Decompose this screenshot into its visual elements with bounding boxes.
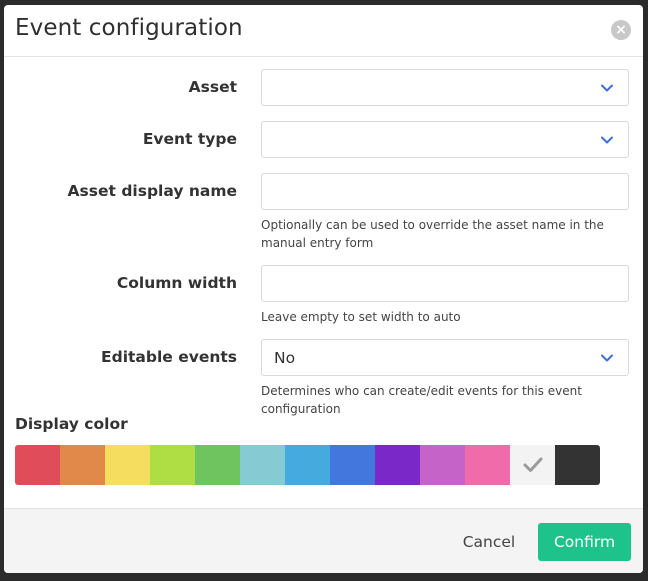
dialog-title: Event configuration <box>15 15 243 41</box>
event-type-label: Event type <box>142 130 237 148</box>
color-swatch[interactable] <box>285 445 330 485</box>
column-width-label: Column width <box>116 274 237 292</box>
checkmark-icon <box>523 457 543 472</box>
dialog-header: Event configuration × <box>4 5 643 57</box>
color-swatch[interactable] <box>150 445 195 485</box>
asset-display-name-label: Asset display name <box>67 182 237 200</box>
display-color-label: Display color <box>15 415 128 433</box>
confirm-button[interactable]: Confirm <box>538 523 631 561</box>
editable-events-select-value: No <box>274 349 296 367</box>
chevron-down-icon <box>601 84 613 92</box>
dialog-footer: Cancel Confirm <box>4 508 643 573</box>
color-swatch[interactable] <box>510 445 555 485</box>
editable-events-label: Editable events <box>101 348 237 366</box>
chevron-down-icon <box>601 354 613 362</box>
color-swatch[interactable] <box>60 445 105 485</box>
color-swatch[interactable] <box>465 445 510 485</box>
event-type-select[interactable] <box>261 121 629 158</box>
event-configuration-dialog: Event configuration × Asset Event type A… <box>4 5 643 573</box>
color-swatch[interactable] <box>195 445 240 485</box>
cancel-button[interactable]: Cancel <box>452 523 526 561</box>
asset-label: Asset <box>188 78 237 96</box>
column-width-input[interactable] <box>261 265 629 302</box>
chevron-down-icon <box>601 136 613 144</box>
column-width-help: Leave empty to set width to auto <box>261 310 461 324</box>
color-swatch[interactable] <box>555 445 600 485</box>
color-swatch[interactable] <box>15 445 60 485</box>
color-swatch[interactable] <box>420 445 465 485</box>
close-icon: × <box>615 22 627 38</box>
color-swatch[interactable] <box>375 445 420 485</box>
color-palette <box>15 445 600 485</box>
asset-select[interactable] <box>261 69 629 106</box>
color-swatch[interactable] <box>105 445 150 485</box>
color-swatch[interactable] <box>330 445 375 485</box>
color-swatch[interactable] <box>240 445 285 485</box>
asset-display-name-help: Optionally can be used to override the a… <box>261 218 604 250</box>
asset-display-name-input[interactable] <box>261 173 629 210</box>
editable-events-select[interactable]: No <box>261 339 629 376</box>
close-button[interactable]: × <box>611 20 631 40</box>
editable-events-help: Determines who can create/edit events fo… <box>261 384 582 416</box>
